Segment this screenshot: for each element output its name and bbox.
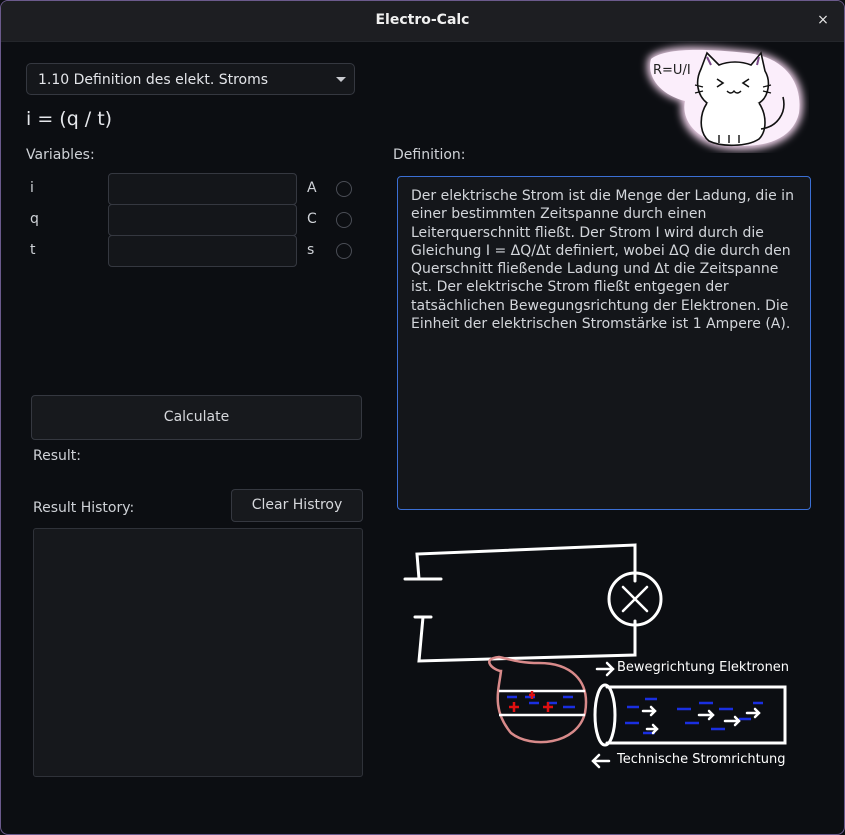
formula-select-value: 1.10 Definition des elekt. Stroms — [38, 72, 269, 88]
cat-illustration: R=U/I — [637, 41, 809, 153]
variables-heading: Variables: — [26, 147, 95, 163]
variable-name: q — [30, 211, 39, 227]
app-window: Electro-Calc × 1.10 Definition des elekt… — [0, 0, 845, 835]
variable-input-q[interactable] — [108, 204, 297, 236]
definition-text[interactable]: Der elektrische Strom ist die Menge der … — [397, 176, 811, 510]
variable-unit: A — [307, 180, 317, 196]
result-history-list[interactable] — [33, 528, 363, 777]
variable-unit: s — [307, 242, 315, 258]
formula-select[interactable]: 1.10 Definition des elekt. Stroms — [26, 63, 355, 95]
result-history-label: Result History: — [33, 500, 135, 516]
variable-input-t[interactable] — [108, 235, 297, 267]
close-icon[interactable]: × — [814, 11, 832, 29]
current-direction-label: Technische Stromrichtung — [617, 752, 786, 767]
solve-for-radio-t[interactable] — [336, 243, 352, 259]
chevron-down-icon — [336, 77, 346, 82]
definition-heading: Definition: — [393, 147, 466, 163]
title-bar: Electro-Calc × — [1, 1, 844, 42]
formula-display: i = (q / t) — [26, 108, 113, 130]
variable-name: i — [30, 180, 34, 196]
circuit-illustration — [399, 539, 799, 771]
solve-for-radio-q[interactable] — [336, 212, 352, 228]
variable-name: t — [30, 242, 36, 258]
clear-history-button[interactable]: Clear Histroy — [231, 489, 363, 522]
variable-unit: C — [307, 211, 317, 227]
result-label: Result: — [33, 448, 81, 464]
electron-direction-label: Bewegrichtung Elektronen — [617, 660, 790, 675]
calculate-button[interactable]: Calculate — [31, 395, 362, 440]
window-title: Electro-Calc — [375, 12, 470, 28]
cat-note: R=U/I — [653, 63, 691, 78]
variable-input-i[interactable] — [108, 173, 297, 205]
solve-for-radio-i[interactable] — [336, 181, 352, 197]
